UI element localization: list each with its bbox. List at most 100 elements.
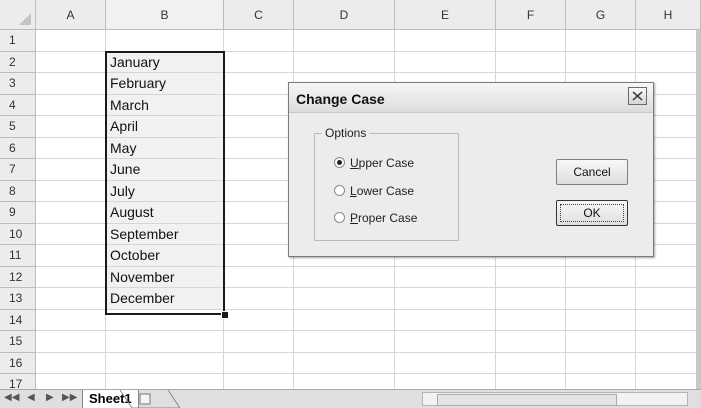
radio-button[interactable] [334,212,345,223]
new-sheet-icon[interactable] [120,390,180,408]
cell[interactable] [496,352,566,374]
cell[interactable] [636,51,701,73]
row-header[interactable]: 16 [0,352,36,374]
cell[interactable] [36,159,106,181]
cell-value-month[interactable]: August [106,202,224,223]
close-icon[interactable] [628,87,647,105]
cell[interactable] [636,309,701,331]
cell[interactable] [106,352,224,374]
cell[interactable] [496,309,566,331]
cell-value-month[interactable]: July [106,181,224,202]
cell[interactable] [224,245,294,267]
cell[interactable] [36,51,106,73]
cell[interactable] [224,94,294,116]
cell[interactable] [106,309,224,331]
cell[interactable] [36,73,106,95]
cell[interactable] [294,352,395,374]
next-sheet-icon[interactable]: ▶ [46,392,54,403]
row-header[interactable]: 12 [0,266,36,288]
cell[interactable] [294,288,395,310]
cell[interactable] [395,288,496,310]
last-sheet-icon[interactable]: ▶▶ [62,392,77,403]
cell[interactable] [224,51,294,73]
row-header[interactable]: 15 [0,331,36,353]
cell[interactable] [224,309,294,331]
column-header[interactable]: H [636,0,701,30]
column-header[interactable]: B [106,0,224,30]
radio-button[interactable] [334,185,345,196]
cell[interactable] [294,30,395,52]
fill-handle[interactable] [221,311,229,319]
cell[interactable] [496,331,566,353]
row-header[interactable]: 14 [0,309,36,331]
cell-value-month[interactable]: October [106,245,224,266]
cell[interactable] [395,51,496,73]
cancel-button[interactable]: Cancel [556,159,628,185]
column-header[interactable]: G [566,0,636,30]
radio-button[interactable] [334,157,345,168]
cell[interactable] [36,94,106,116]
cell[interactable] [395,266,496,288]
column-header[interactable]: C [224,0,294,30]
column-header[interactable]: E [395,0,496,30]
column-header[interactable]: F [496,0,566,30]
cell[interactable] [224,331,294,353]
dialog-title-bar[interactable]: Change Case [289,83,653,113]
ok-button[interactable]: OK [556,200,628,226]
row-header[interactable]: 4 [0,94,36,116]
cell-value-month[interactable]: January [106,52,224,73]
cell-value-month[interactable]: February [106,73,224,94]
cell[interactable] [496,288,566,310]
row-header[interactable]: 1 [0,30,36,52]
row-header[interactable]: 3 [0,73,36,95]
cell[interactable] [395,331,496,353]
cell[interactable] [36,288,106,310]
cell[interactable] [224,266,294,288]
cell[interactable] [566,51,636,73]
row-header[interactable]: 6 [0,137,36,159]
cell[interactable] [224,352,294,374]
cell[interactable] [294,266,395,288]
cell-value-month[interactable]: April [106,116,224,137]
cell[interactable] [496,51,566,73]
cell[interactable] [566,266,636,288]
cell[interactable] [636,288,701,310]
cell[interactable] [566,309,636,331]
cell[interactable] [636,266,701,288]
cell[interactable] [36,202,106,224]
first-sheet-icon[interactable]: ◀◀ [4,392,19,403]
row-header[interactable]: 7 [0,159,36,181]
cell[interactable] [636,30,701,52]
vertical-scrollbar[interactable] [696,30,701,389]
cell[interactable] [294,331,395,353]
cell-value-month[interactable]: December [106,288,224,309]
cell[interactable] [224,180,294,202]
row-header[interactable]: 13 [0,288,36,310]
cell[interactable] [636,331,701,353]
cell[interactable] [224,30,294,52]
prev-sheet-icon[interactable]: ◀ [27,392,35,403]
column-header[interactable]: A [36,0,106,30]
cell[interactable] [294,51,395,73]
cell[interactable] [636,352,701,374]
cell[interactable] [224,223,294,245]
cell[interactable] [36,309,106,331]
cell[interactable] [36,137,106,159]
cell[interactable] [566,30,636,52]
row-header[interactable]: 10 [0,223,36,245]
row-header[interactable]: 8 [0,180,36,202]
cell[interactable] [395,352,496,374]
cell-value-month[interactable]: September [106,224,224,245]
cell[interactable] [294,309,395,331]
cell[interactable] [106,30,224,52]
horizontal-scrollbar[interactable] [422,392,688,406]
cell[interactable] [224,159,294,181]
cell-value-month[interactable]: May [106,138,224,159]
select-all-corner[interactable] [0,0,36,30]
cell[interactable] [36,180,106,202]
cell[interactable] [566,352,636,374]
cell[interactable] [224,73,294,95]
cell-value-month[interactable]: November [106,267,224,288]
column-header[interactable]: D [294,0,395,30]
row-header[interactable]: 11 [0,245,36,267]
